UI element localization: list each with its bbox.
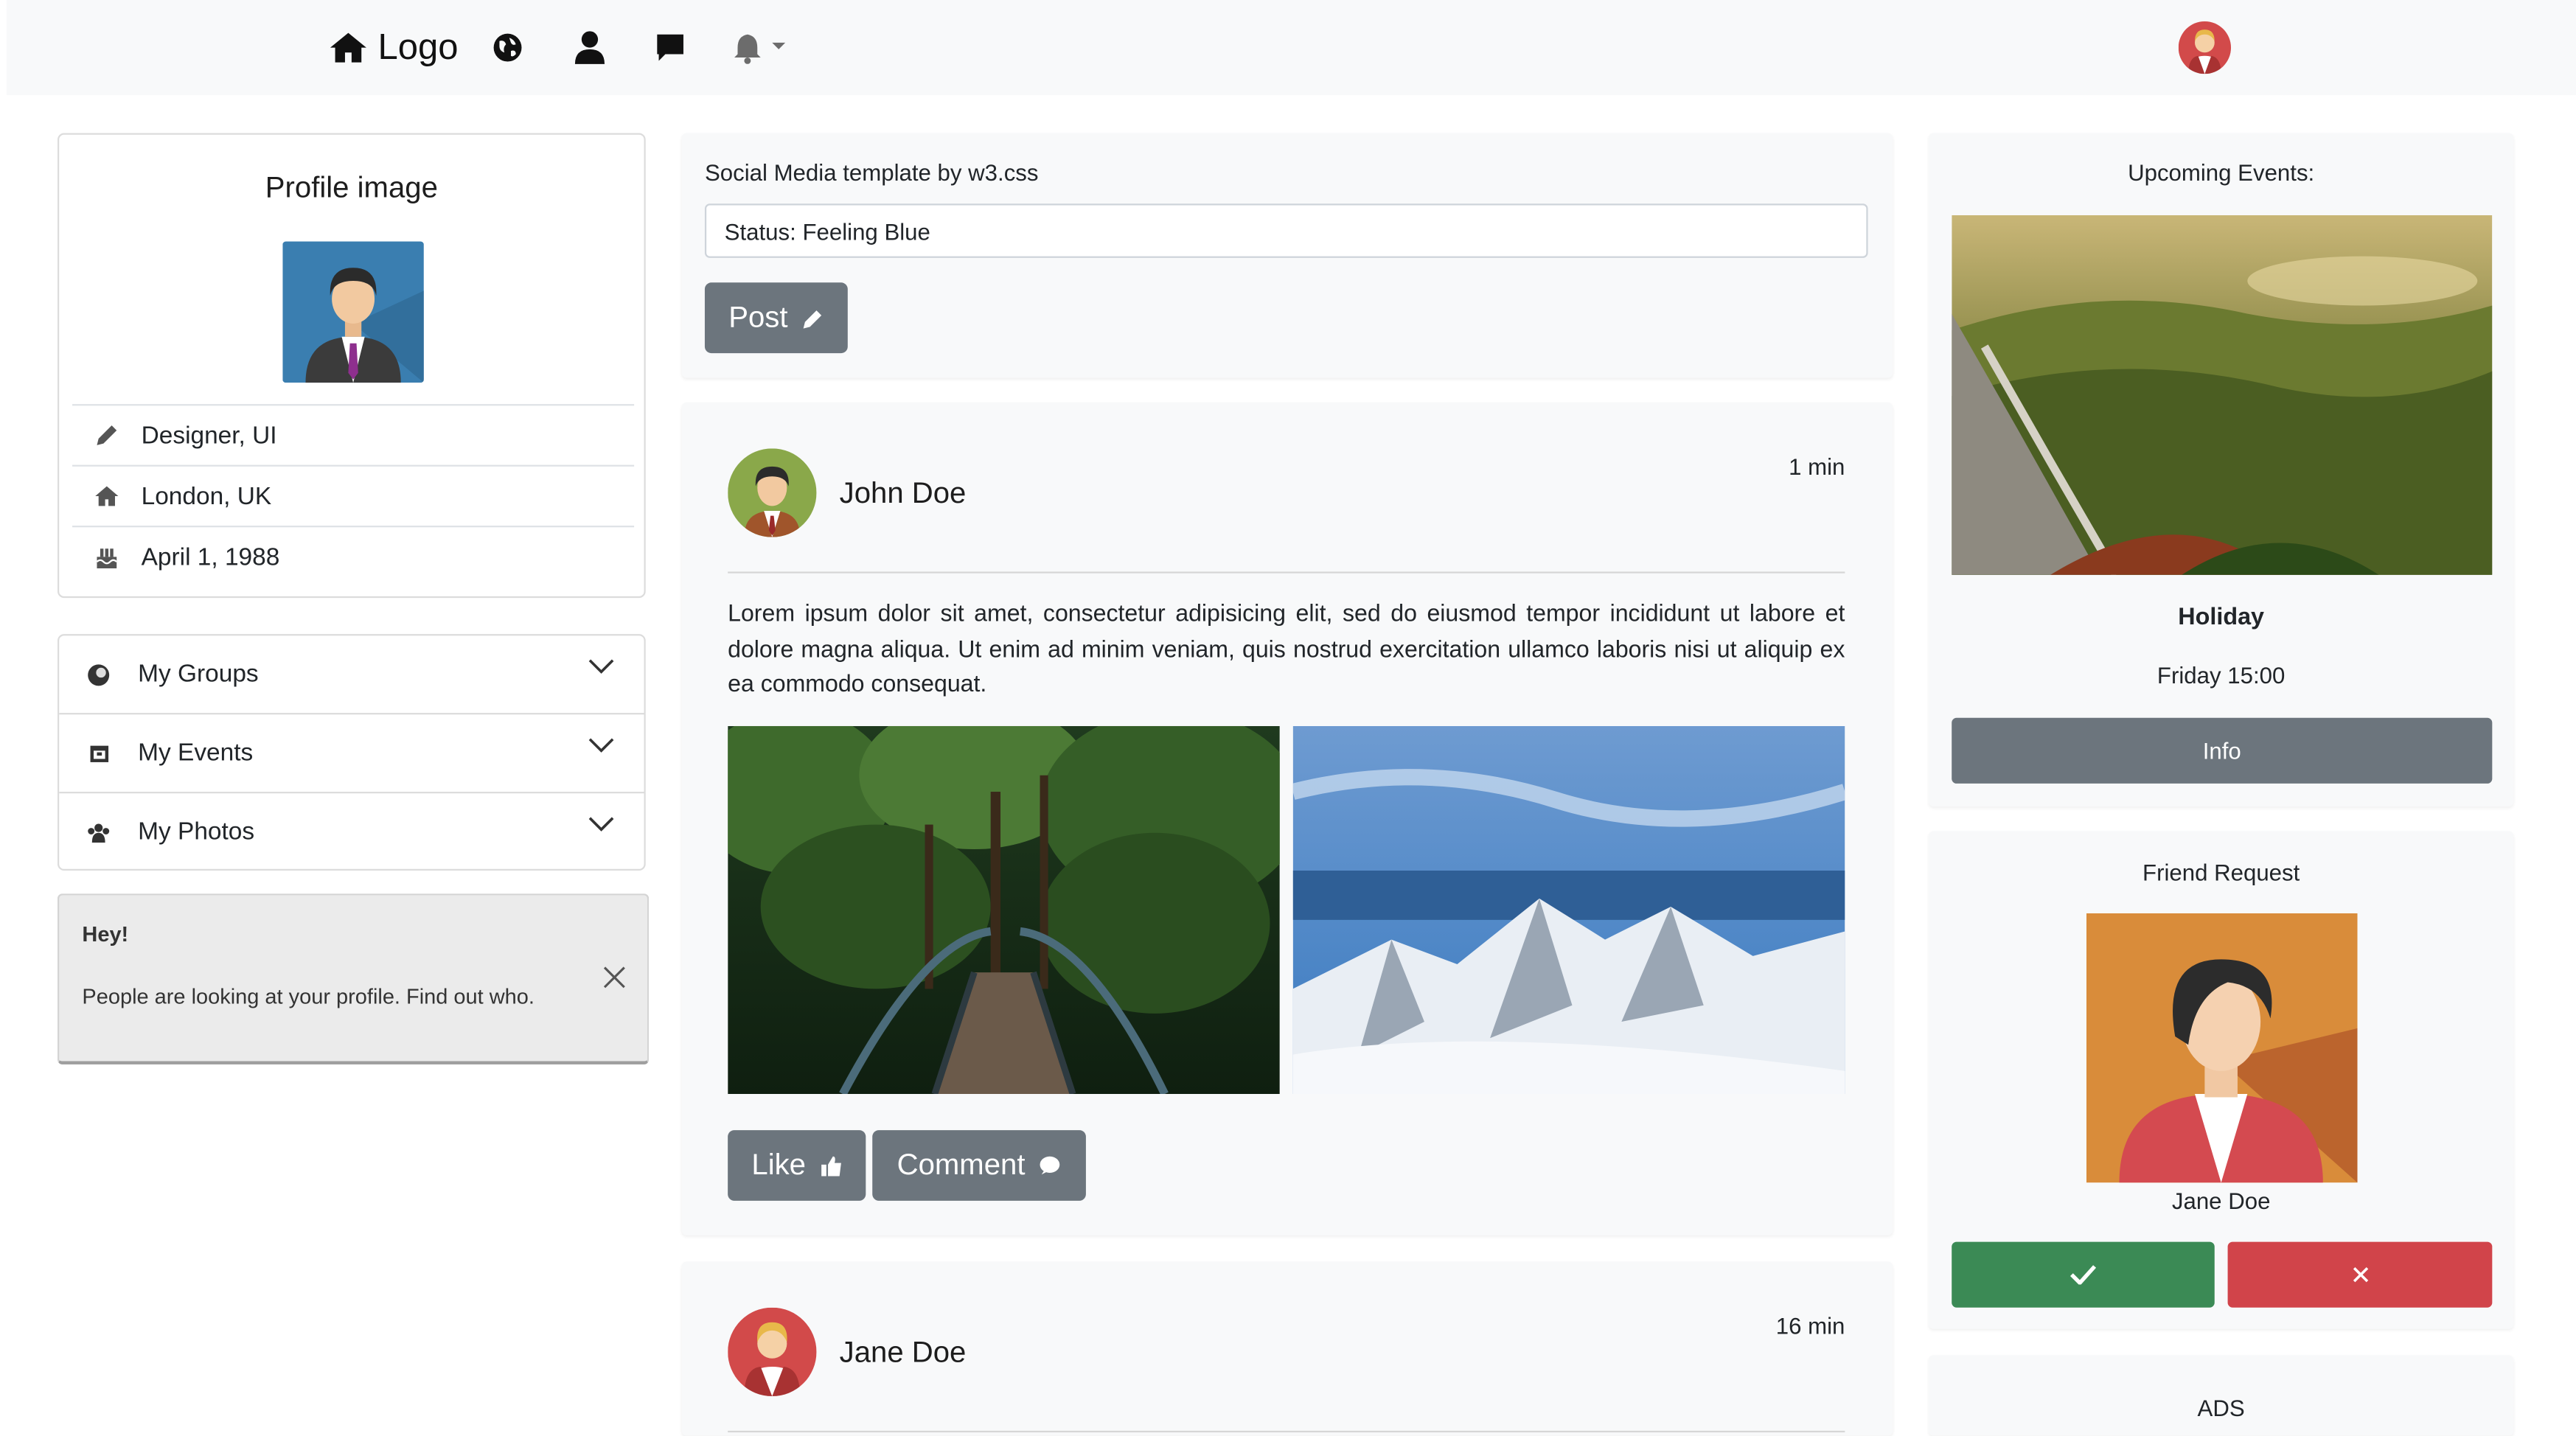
- users-icon: [59, 822, 138, 843]
- accordion-label: My Events: [138, 739, 254, 767]
- post-divider: [728, 1430, 1845, 1433]
- message-icon[interactable]: [652, 29, 689, 66]
- status-value: Status: Feeling Blue: [724, 217, 930, 244]
- post-divider: [728, 571, 1845, 574]
- profile-birthday: April 1, 1988: [141, 543, 280, 571]
- alert-title: Hey!: [82, 921, 129, 947]
- profile-location-row: London, UK: [72, 464, 635, 526]
- logo-link[interactable]: Logo: [329, 23, 459, 72]
- user-avatar[interactable]: [2178, 21, 2232, 74]
- birthday-cake-icon: [72, 544, 142, 571]
- calendar-icon: [59, 742, 138, 764]
- profile-location: London, UK: [141, 482, 272, 510]
- friend-request-name: Jane Doe: [2171, 1188, 2271, 1214]
- post-time: 1 min: [1789, 453, 1845, 480]
- globe-icon[interactable]: [490, 29, 526, 66]
- circle-icon: [59, 663, 138, 686]
- accordion-label: My Groups: [138, 660, 259, 689]
- home-icon: [330, 32, 366, 63]
- pencil-icon: [802, 310, 821, 328]
- event-time: Friday 15:00: [2156, 662, 2286, 689]
- logo-label: Logo: [377, 26, 459, 68]
- accordion-my-events[interactable]: My Events: [59, 713, 644, 792]
- close-icon[interactable]: [603, 966, 626, 989]
- thumbs-up-icon: [821, 1155, 840, 1176]
- accordion: My Groups My Events My Photos: [57, 634, 646, 871]
- alert-text: People are looking at your profile. Find…: [82, 983, 535, 1009]
- accordion-label: My Photos: [138, 818, 255, 846]
- event-info-button[interactable]: Info: [1952, 717, 2493, 784]
- event-name: Holiday: [2178, 604, 2265, 631]
- comment-button-label: Comment: [897, 1148, 1026, 1182]
- profile-image: [282, 241, 424, 383]
- chevron-down-icon: [588, 738, 614, 753]
- profile-job-row: Designer, UI: [72, 404, 635, 464]
- close-icon: [2352, 1266, 2368, 1283]
- profile-alert: Hey! People are looking at your profile.…: [57, 893, 650, 1064]
- profile-birthday-row: April 1, 1988: [72, 526, 635, 586]
- comment-button[interactable]: Comment: [872, 1130, 1086, 1201]
- event-photo-landscape[interactable]: [1952, 215, 2493, 575]
- post-button-label: Post: [728, 300, 788, 334]
- accordion-my-photos[interactable]: My Photos: [59, 792, 644, 871]
- post-author-name[interactable]: Jane Doe: [840, 1336, 967, 1370]
- post-time: 16 min: [1775, 1312, 1845, 1339]
- post-author-avatar: [728, 1307, 817, 1397]
- accordion-my-groups[interactable]: My Groups: [59, 635, 644, 713]
- post-author-avatar: [728, 448, 817, 537]
- like-button-label: Like: [751, 1148, 807, 1182]
- accept-button[interactable]: [1952, 1241, 2215, 1308]
- like-button[interactable]: Like: [728, 1130, 866, 1201]
- profile-card: Profile image Designer, UI London, UK Ap: [57, 133, 646, 599]
- post-photo-forest-bridge[interactable]: [728, 725, 1280, 1095]
- profile-title: Profile image: [265, 170, 438, 204]
- post-button[interactable]: Post: [704, 282, 848, 354]
- pencil-icon: [72, 422, 142, 449]
- home-icon: [72, 484, 142, 507]
- friend-request-avatar: [2086, 913, 2358, 1183]
- bell-icon[interactable]: [733, 29, 789, 66]
- comment-icon: [1040, 1156, 1060, 1175]
- friend-request-title: Friend Request: [2142, 859, 2300, 886]
- event-info-label: Info: [2202, 737, 2241, 764]
- ads-title: ADS: [2197, 1394, 2245, 1421]
- profile-job: Designer, UI: [141, 421, 277, 450]
- chevron-down-icon: [588, 817, 614, 832]
- status-input[interactable]: Status: Feeling Blue: [704, 203, 1868, 258]
- post-photo-snowy-mountains[interactable]: [1292, 725, 1845, 1095]
- composer-heading: Social Media template by w3.css: [704, 159, 1039, 186]
- post-author-name[interactable]: John Doe: [840, 476, 967, 511]
- chevron-down-icon: [588, 659, 614, 674]
- check-icon: [2069, 1265, 2097, 1285]
- page: Logo Profile image Designer, UI London, …: [0, 0, 2576, 1436]
- decline-button[interactable]: [2227, 1241, 2493, 1308]
- post-body: Lorem ipsum dolor sit amet, consectetur …: [728, 601, 1845, 699]
- user-icon[interactable]: [571, 29, 608, 66]
- events-title: Upcoming Events:: [2128, 159, 2315, 186]
